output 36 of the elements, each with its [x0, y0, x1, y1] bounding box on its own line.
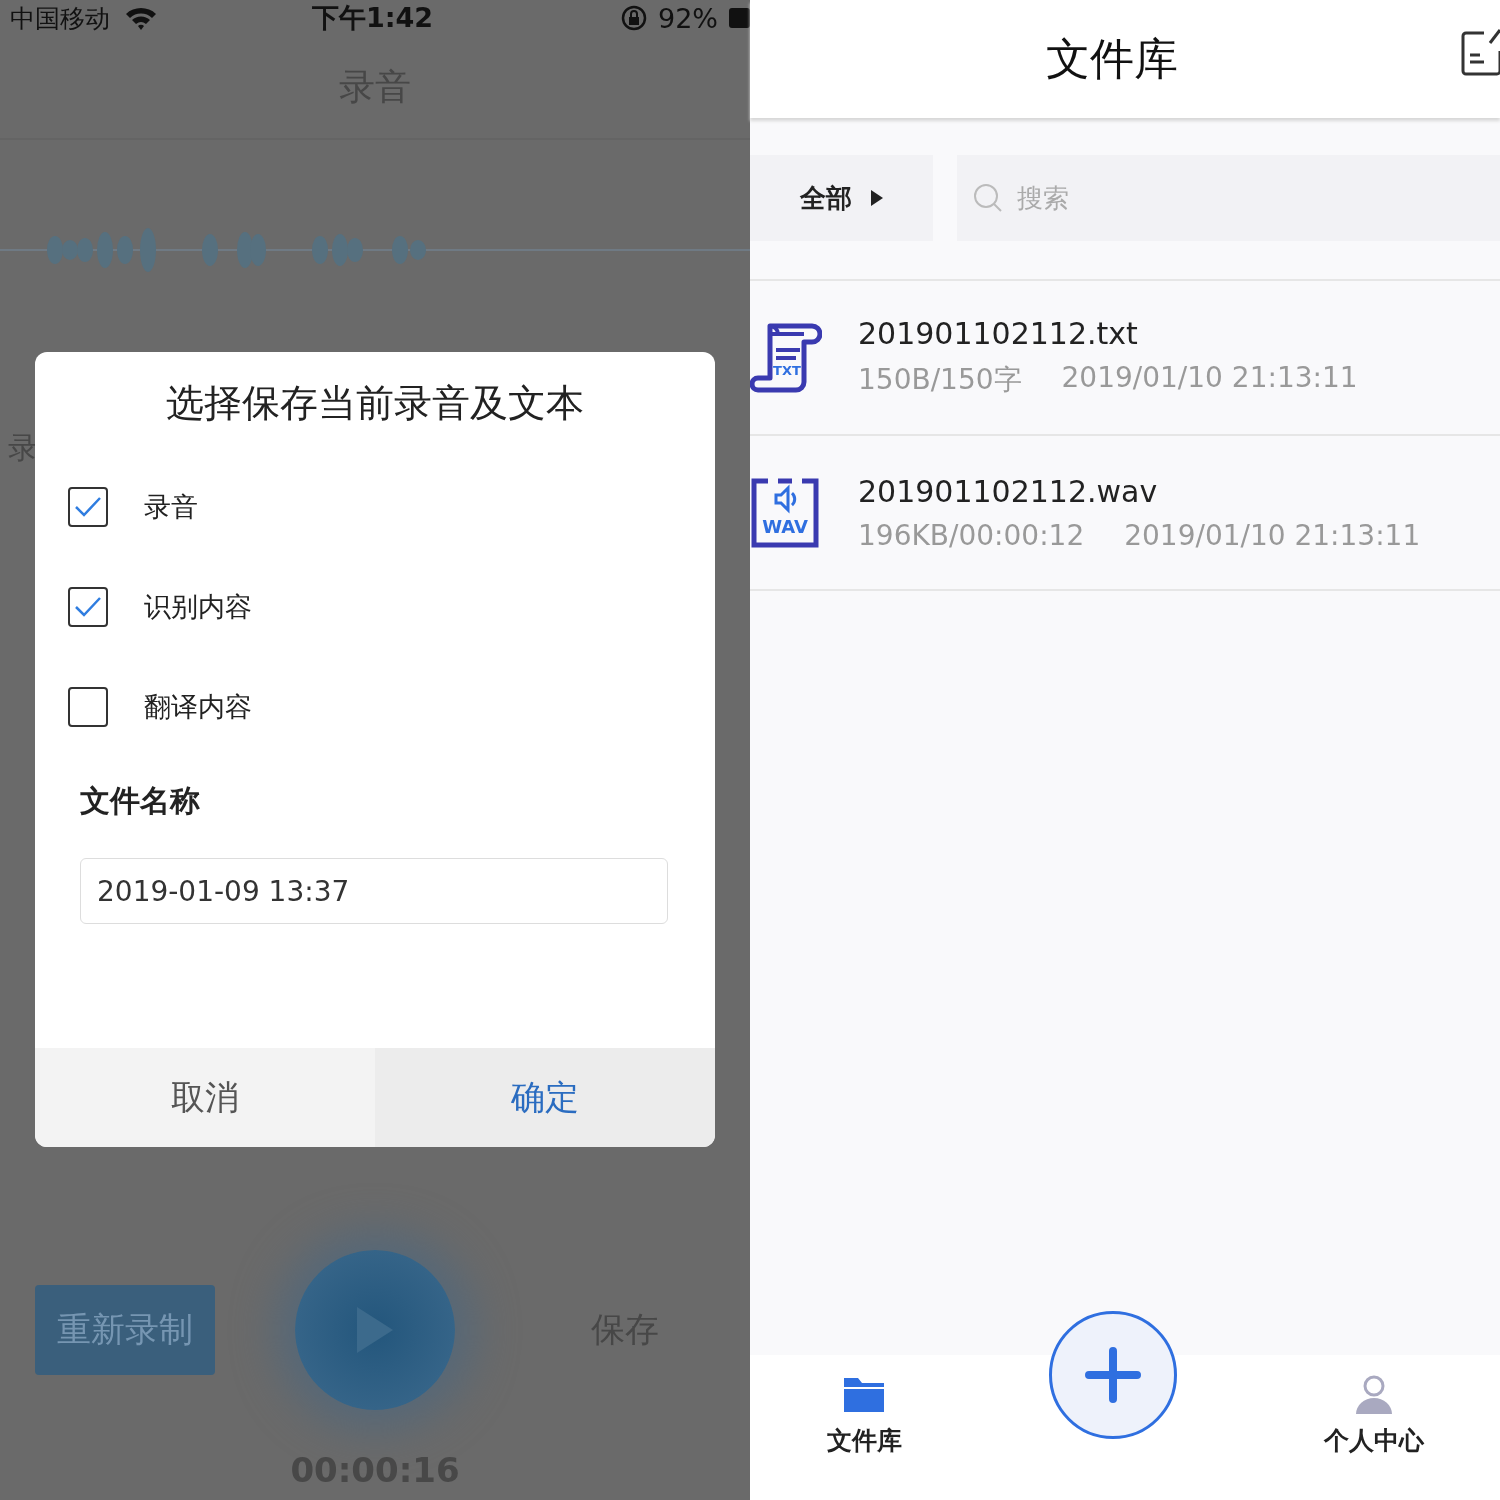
- rotation-lock-icon: [620, 4, 648, 32]
- field-label: 文件名称: [80, 782, 201, 820]
- option-label: 翻译内容: [144, 690, 252, 724]
- status-time: 下午1:42: [312, 1, 434, 35]
- tab[interactable]: 个人中心: [1317, 1373, 1430, 1458]
- wifi-icon: [124, 5, 158, 31]
- filename-field[interactable]: 2019-01-09 13:37: [80, 858, 668, 924]
- file-row[interactable]: TXT 201901102112.txt 150B/150字 2019/01/10 21:13:11: [750, 281, 1500, 436]
- edit-icon[interactable]: [1460, 29, 1500, 77]
- filter-dropdown[interactable]: 全部: [750, 155, 933, 241]
- checkbox[interactable]: [68, 687, 108, 727]
- plus-icon: [1084, 1347, 1141, 1403]
- battery-icon: [728, 5, 750, 31]
- carrier-name: 中国移动: [10, 2, 110, 35]
- caret-icon: [869, 189, 884, 207]
- tab[interactable]: 文件库: [820, 1373, 908, 1458]
- check-icon: [73, 495, 103, 519]
- dialog-title: 选择保存当前录音及文本: [165, 380, 585, 427]
- option-label: 录音: [144, 490, 198, 524]
- file-size: 196KB/00:00:12: [858, 518, 1085, 552]
- screen-title: 文件库: [1046, 31, 1178, 86]
- play-icon: [355, 1305, 395, 1355]
- checkbox[interactable]: [68, 587, 108, 627]
- file-name: 201901102112.txt: [858, 316, 1139, 351]
- checkbox[interactable]: [68, 487, 108, 527]
- battery-percent: 92%: [658, 2, 718, 34]
- cancel-button[interactable]: 取消: [35, 1048, 375, 1147]
- file-date: 2019/01/10 21:13:11: [1061, 361, 1358, 396]
- file-date: 2019/01/10 21:13:11: [1124, 518, 1421, 552]
- file-row[interactable]: WAV 201901102112.wav 196KB/00:00:12 2019/01/10 21:13:11: [750, 436, 1500, 591]
- file-size: 150B/150字: [858, 362, 1022, 398]
- search-icon: [973, 183, 1003, 213]
- file-name: 201901102112.wav: [858, 473, 1159, 509]
- confirm-button[interactable]: 确定: [375, 1048, 715, 1147]
- check-icon: [73, 595, 103, 619]
- option-label: 识别内容: [144, 590, 252, 624]
